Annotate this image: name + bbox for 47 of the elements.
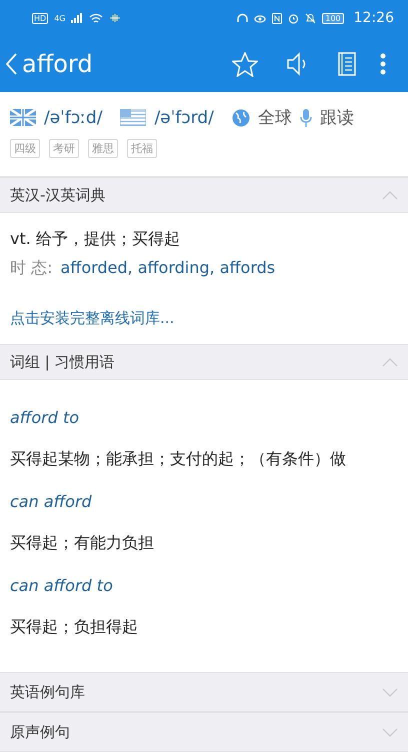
hd-icon: HD [32,12,48,24]
install-link[interactable]: 点击安装完整离线词库... [10,309,174,328]
tense-forms: afforded, affording, affords [60,258,276,279]
tense-label: 时 态: [10,258,52,279]
phrase-meaning: 买得起；有能力负担 [10,533,155,554]
section-header[interactable]: 词组 | 习惯用语 [0,344,408,380]
phonetic-text[interactable]: /əˈfɔrd/ [154,108,214,128]
expand-icon [382,688,398,696]
phonetic-text[interactable]: /əˈfɔːd/ [44,108,102,128]
section-header[interactable]: 原声例句 [0,712,408,752]
collapse-icon [382,358,398,366]
phrase-link[interactable]: can afford to [10,576,398,595]
star-button[interactable] [232,52,258,76]
exam-tag: 四级 [10,139,40,158]
battery-icon: 100 [322,12,344,24]
us-flag-icon [120,109,146,126]
wifi-icon [89,12,104,24]
word-title: afford [22,50,94,78]
headphones-icon [237,12,248,24]
eye-icon [254,13,266,23]
globe-icon [232,108,250,126]
microphone-icon [300,108,312,126]
uk-flag-icon [10,109,36,126]
back-button[interactable] [4,52,18,76]
section-header[interactable]: 英汉-汉英词典 [0,177,408,213]
exam-tag: 雅思 [88,139,118,158]
collapse-icon [382,190,398,200]
phrase-link[interactable]: can afford [10,492,398,511]
exam-tag: 考研 [49,139,79,158]
phrase-meaning: 买得起；负担得起 [10,617,139,638]
signal-icon [71,13,84,23]
phrase-meaning: 买得起某物；能承担；支付的起；（有条件）做 [10,449,347,470]
exam-tag: 托福 [127,139,157,158]
nfc-icon [272,12,282,24]
global-label[interactable]: 全球 [258,106,292,129]
more-button[interactable] [380,52,386,76]
alarm-icon [288,12,300,24]
clock-time: 12:26 [354,10,394,26]
expand-icon [382,728,398,736]
definition-text: vt. 给予，提供；买得起 [10,229,181,250]
vibrate-icon [109,13,122,23]
follow-read-label[interactable]: 跟读 [320,106,354,129]
notebook-button[interactable] [338,52,356,76]
network-label: 4G [54,14,66,22]
phrase-link[interactable]: afford to [10,408,398,427]
section-header[interactable]: 英语例句库 [0,672,408,712]
mute-bell-icon [305,12,316,24]
